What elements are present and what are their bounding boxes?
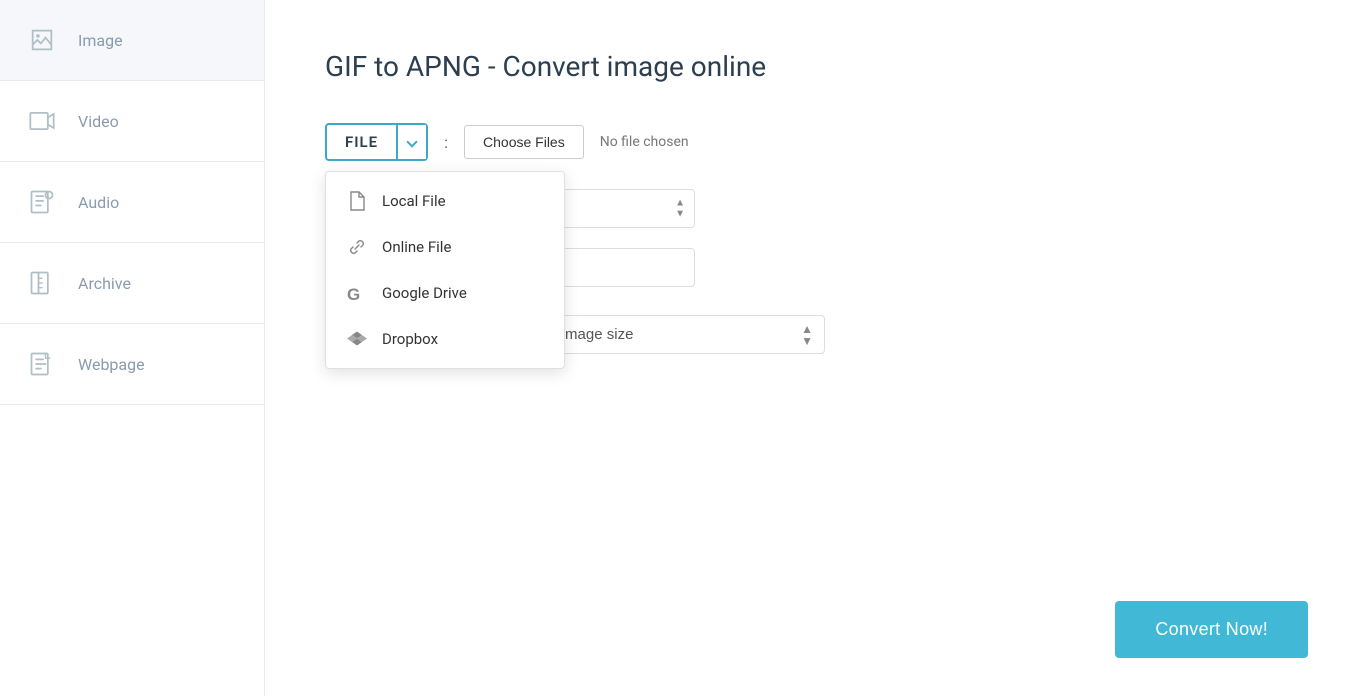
- dropdown-item-dropbox[interactable]: Dropbox: [326, 316, 564, 362]
- link-icon: [346, 236, 368, 258]
- archive-icon: [24, 265, 60, 301]
- sidebar-item-webpage-label: Webpage: [78, 355, 145, 374]
- svg-text:G: G: [347, 285, 360, 303]
- dropdown-item-local-file[interactable]: Local File: [326, 178, 564, 224]
- sidebar-item-audio-label: Audio: [78, 193, 119, 212]
- sidebar-item-audio[interactable]: Audio: [0, 162, 264, 243]
- sidebar-item-archive[interactable]: Archive: [0, 243, 264, 324]
- file-source-dropdown: Local File Online File G: [325, 171, 565, 369]
- file-dropdown-trigger[interactable]: [396, 125, 426, 159]
- file-button-group[interactable]: FILE: [325, 123, 428, 161]
- dropdown-item-online-file[interactable]: Online File: [326, 224, 564, 270]
- colon-separator: :: [444, 133, 448, 152]
- video-icon: [24, 103, 60, 139]
- file-row: FILE : Choose Files No file chosen Local…: [325, 123, 1298, 161]
- main-content: GIF to APNG - Convert image online FILE …: [265, 0, 1358, 696]
- google-icon: G: [346, 282, 368, 304]
- sidebar-item-archive-label: Archive: [78, 274, 131, 293]
- page-title: GIF to APNG - Convert image online: [325, 50, 1298, 83]
- dropdown-item-local-file-label: Local File: [382, 192, 446, 210]
- sidebar: Image Video Audio Archi: [0, 0, 265, 696]
- webpage-icon: [24, 346, 60, 382]
- dropdown-item-google-drive-label: Google Drive: [382, 284, 467, 302]
- doc-icon: [346, 190, 368, 212]
- convert-now-button[interactable]: Convert Now!: [1115, 601, 1308, 658]
- sidebar-item-image[interactable]: Image: [0, 0, 264, 81]
- sidebar-item-video-label: Video: [78, 112, 119, 131]
- dropdown-item-dropbox-label: Dropbox: [382, 330, 438, 348]
- sidebar-item-video[interactable]: Video: [0, 81, 264, 162]
- file-button-label[interactable]: FILE: [327, 125, 396, 159]
- chevron-down-icon: [406, 136, 417, 147]
- dropbox-icon: [346, 328, 368, 350]
- choose-files-button[interactable]: Choose Files: [464, 125, 584, 159]
- no-file-text: No file chosen: [600, 134, 689, 150]
- dropdown-item-online-file-label: Online File: [382, 238, 451, 256]
- sidebar-item-webpage[interactable]: Webpage: [0, 324, 264, 405]
- image-icon: [24, 22, 60, 58]
- sidebar-item-image-label: Image: [78, 31, 123, 50]
- dropdown-item-google-drive[interactable]: G Google Drive: [326, 270, 564, 316]
- audio-icon: [24, 184, 60, 220]
